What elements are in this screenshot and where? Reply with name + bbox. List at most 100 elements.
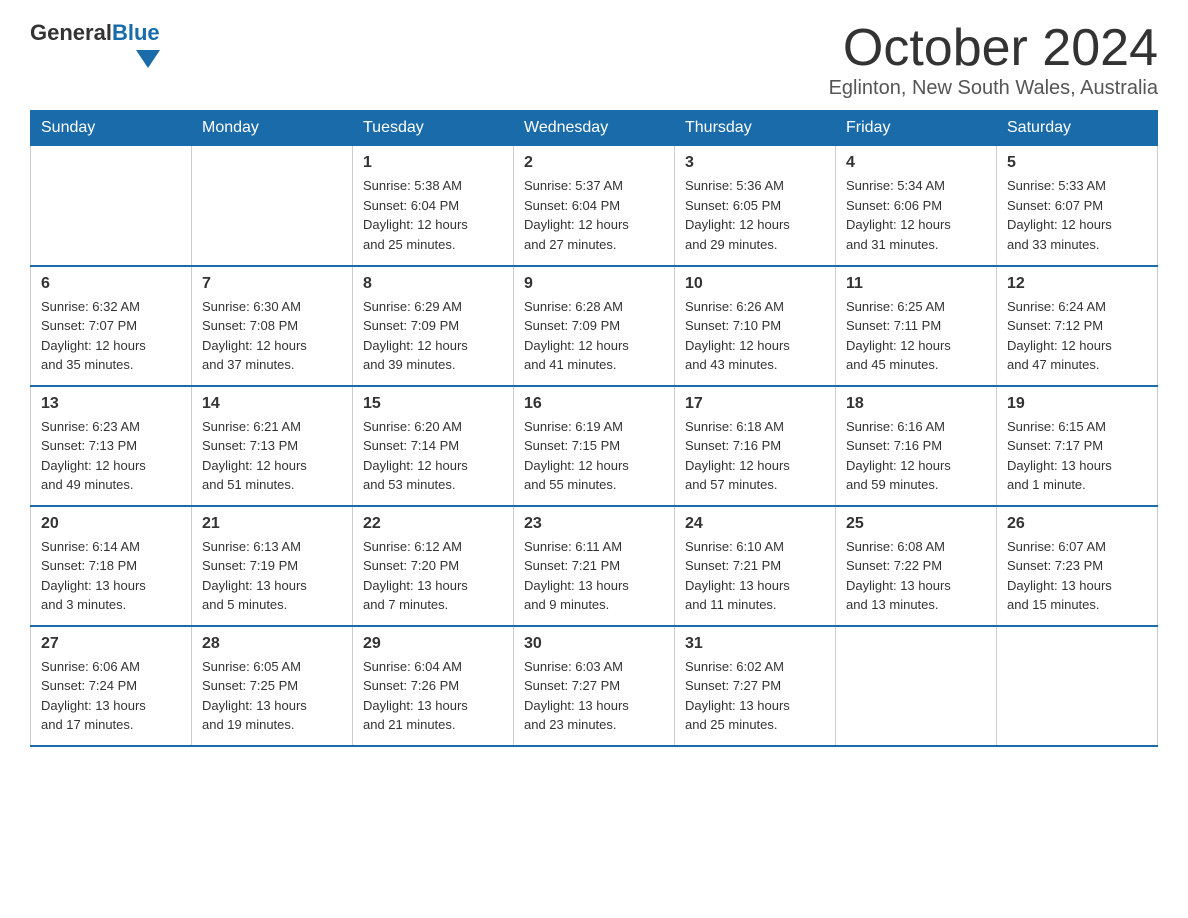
day-info: Sunrise: 6:06 AMSunset: 7:24 PMDaylight:… [41,657,181,735]
calendar-cell: 23Sunrise: 6:11 AMSunset: 7:21 PMDayligh… [514,506,675,626]
day-of-week-header: Tuesday [353,111,514,146]
calendar-cell: 7 Sunrise: 6:30 AMSunset: 7:08 PMDaylight… [192,266,353,386]
day-number: 26 [1007,515,1147,533]
day-info: Sunrise: 6:19 AMSunset: 7:15 PMDaylight:… [524,417,664,495]
calendar-cell: 19 Sunrise: 6:15 AMSunset: 7:17 PMDayligh… [997,386,1158,506]
day-number: 5 [1007,154,1147,172]
calendar-cell: 14 Sunrise: 6:21 AMSunset: 7:13 PMDayligh… [192,386,353,506]
day-info: Sunrise: 6:29 AMSunset: 7:09 PMDaylight:… [363,297,503,375]
page-header: GeneralBlue October 2024 Eglinton, New S… [30,20,1158,100]
day-info: Sunrise: 6:24 AMSunset: 7:12 PMDaylight:… [1007,297,1147,375]
location: Eglinton, New South Wales, Australia [829,77,1158,100]
day-info: Sunrise: 6:03 AMSunset: 7:27 PMDaylight:… [524,657,664,735]
day-info: Sunrise: 6:26 AMSunset: 7:10 PMDaylight:… [685,297,825,375]
day-info: Sunrise: 5:38 AMSunset: 6:04 PMDaylight:… [363,176,503,254]
day-number: 31 [685,635,825,653]
day-info: Sunrise: 6:12 AMSunset: 7:20 PMDaylight:… [363,537,503,615]
day-number: 9 [524,275,664,293]
calendar-week-row: 13Sunrise: 6:23 AMSunset: 7:13 PMDayligh… [31,386,1158,506]
day-of-week-header: Wednesday [514,111,675,146]
day-info: Sunrise: 6:16 AMSunset: 7:16 PMDaylight:… [846,417,986,495]
day-number: 14 [202,395,342,413]
calendar-cell: 8 Sunrise: 6:29 AMSunset: 7:09 PMDaylight… [353,266,514,386]
day-info: Sunrise: 6:11 AMSunset: 7:21 PMDaylight:… [524,537,664,615]
day-info: Sunrise: 6:04 AMSunset: 7:26 PMDaylight:… [363,657,503,735]
day-of-week-header: Saturday [997,111,1158,146]
day-info: Sunrise: 6:07 AMSunset: 7:23 PMDaylight:… [1007,537,1147,615]
day-info: Sunrise: 6:21 AMSunset: 7:13 PMDaylight:… [202,417,342,495]
calendar-cell: 2 Sunrise: 5:37 AMSunset: 6:04 PMDaylight… [514,146,675,266]
day-number: 1 [363,154,503,172]
calendar-header: SundayMondayTuesdayWednesdayThursdayFrid… [31,111,1158,146]
day-number: 22 [363,515,503,533]
day-number: 3 [685,154,825,172]
day-info: Sunrise: 6:10 AMSunset: 7:21 PMDaylight:… [685,537,825,615]
day-info: Sunrise: 6:02 AMSunset: 7:27 PMDaylight:… [685,657,825,735]
day-info: Sunrise: 6:25 AMSunset: 7:11 PMDaylight:… [846,297,986,375]
logo-general: General [30,20,112,45]
calendar-cell [997,626,1158,746]
calendar-cell: 13Sunrise: 6:23 AMSunset: 7:13 PMDayligh… [31,386,192,506]
day-number: 19 [1007,395,1147,413]
day-info: Sunrise: 5:34 AMSunset: 6:06 PMDaylight:… [846,176,986,254]
calendar-cell [836,626,997,746]
day-number: 6 [41,275,181,293]
calendar-table: SundayMondayTuesdayWednesdayThursdayFrid… [30,110,1158,747]
day-number: 4 [846,154,986,172]
calendar-week-row: 20 Sunrise: 6:14 AMSunset: 7:18 PMDayligh… [31,506,1158,626]
title-section: October 2024 Eglinton, New South Wales, … [829,20,1158,100]
day-info: Sunrise: 6:14 AMSunset: 7:18 PMDaylight:… [41,537,181,615]
day-info: Sunrise: 6:15 AMSunset: 7:17 PMDaylight:… [1007,417,1147,495]
day-number: 8 [363,275,503,293]
calendar-body: 1 Sunrise: 5:38 AMSunset: 6:04 PMDaylight… [31,146,1158,746]
day-info: Sunrise: 6:13 AMSunset: 7:19 PMDaylight:… [202,537,342,615]
day-number: 21 [202,515,342,533]
day-number: 27 [41,635,181,653]
month-title: October 2024 [829,20,1158,77]
calendar-cell: 26 Sunrise: 6:07 AMSunset: 7:23 PMDayligh… [997,506,1158,626]
day-info: Sunrise: 6:32 AMSunset: 7:07 PMDaylight:… [41,297,181,375]
day-number: 15 [363,395,503,413]
calendar-cell: 12 Sunrise: 6:24 AMSunset: 7:12 PMDayligh… [997,266,1158,386]
day-number: 10 [685,275,825,293]
logo: GeneralBlue [30,20,160,68]
calendar-cell: 22 Sunrise: 6:12 AMSunset: 7:20 PMDayligh… [353,506,514,626]
day-info: Sunrise: 5:36 AMSunset: 6:05 PMDaylight:… [685,176,825,254]
day-of-week-header: Friday [836,111,997,146]
day-info: Sunrise: 6:05 AMSunset: 7:25 PMDaylight:… [202,657,342,735]
calendar-cell: 20 Sunrise: 6:14 AMSunset: 7:18 PMDayligh… [31,506,192,626]
day-number: 20 [41,515,181,533]
calendar-cell: 5 Sunrise: 5:33 AMSunset: 6:07 PMDaylight… [997,146,1158,266]
calendar-week-row: 1 Sunrise: 5:38 AMSunset: 6:04 PMDaylight… [31,146,1158,266]
logo-blue: Blue [112,20,160,45]
calendar-cell: 17Sunrise: 6:18 AMSunset: 7:16 PMDayligh… [675,386,836,506]
day-number: 30 [524,635,664,653]
calendar-week-row: 27 Sunrise: 6:06 AMSunset: 7:24 PMDayligh… [31,626,1158,746]
day-number: 12 [1007,275,1147,293]
calendar-cell: 31 Sunrise: 6:02 AMSunset: 7:27 PMDayligh… [675,626,836,746]
day-info: Sunrise: 5:37 AMSunset: 6:04 PMDaylight:… [524,176,664,254]
day-info: Sunrise: 5:33 AMSunset: 6:07 PMDaylight:… [1007,176,1147,254]
calendar-cell: 21 Sunrise: 6:13 AMSunset: 7:19 PMDayligh… [192,506,353,626]
calendar-cell: 11 Sunrise: 6:25 AMSunset: 7:11 PMDayligh… [836,266,997,386]
day-info: Sunrise: 6:20 AMSunset: 7:14 PMDaylight:… [363,417,503,495]
calendar-cell: 30 Sunrise: 6:03 AMSunset: 7:27 PMDayligh… [514,626,675,746]
logo-triangle-icon [136,50,160,68]
calendar-cell: 18 Sunrise: 6:16 AMSunset: 7:16 PMDayligh… [836,386,997,506]
day-of-week-header: Sunday [31,111,192,146]
calendar-cell: 10 Sunrise: 6:26 AMSunset: 7:10 PMDayligh… [675,266,836,386]
day-number: 18 [846,395,986,413]
calendar-cell: 29Sunrise: 6:04 AMSunset: 7:26 PMDayligh… [353,626,514,746]
day-number: 11 [846,275,986,293]
day-number: 25 [846,515,986,533]
day-info: Sunrise: 6:30 AMSunset: 7:08 PMDaylight:… [202,297,342,375]
day-number: 2 [524,154,664,172]
calendar-week-row: 6 Sunrise: 6:32 AMSunset: 7:07 PMDaylight… [31,266,1158,386]
calendar-cell [192,146,353,266]
day-number: 7 [202,275,342,293]
calendar-cell: 6 Sunrise: 6:32 AMSunset: 7:07 PMDaylight… [31,266,192,386]
logo-content: GeneralBlue [30,20,160,68]
calendar-cell: 28Sunrise: 6:05 AMSunset: 7:25 PMDayligh… [192,626,353,746]
day-of-week-header: Thursday [675,111,836,146]
calendar-cell: 24Sunrise: 6:10 AMSunset: 7:21 PMDayligh… [675,506,836,626]
